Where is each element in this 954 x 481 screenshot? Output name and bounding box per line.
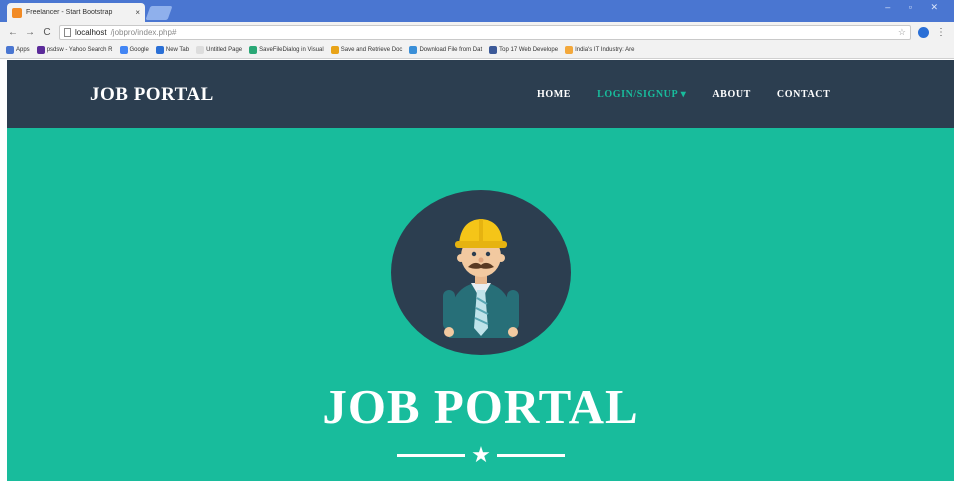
url-input[interactable]: localhost /jobpro/index.php# ☆ — [59, 24, 911, 40]
brand-logo[interactable]: JOB PORTAL — [90, 84, 214, 106]
star-icon: ★ — [471, 442, 491, 467]
bookmark-item[interactable]: Apps — [6, 46, 30, 54]
bookmark-label: New Tab — [165, 47, 190, 53]
bookmark-item[interactable]: New Tab — [155, 46, 190, 54]
bookmark-icon — [489, 46, 498, 54]
divider-line-right — [496, 453, 565, 457]
bookmark-label: Untitled Page — [206, 47, 243, 53]
new-tab-button[interactable] — [145, 6, 173, 20]
reload-icon[interactable]: C — [42, 27, 52, 38]
bookmark-icon — [565, 46, 574, 54]
extension-icon[interactable] — [918, 26, 929, 38]
bookmark-item[interactable]: SaveFileDialog in Visual — [249, 46, 324, 54]
browser-menu-icon[interactable]: ⋮ — [936, 27, 946, 38]
nav-link-about[interactable]: ABOUT — [712, 89, 751, 100]
address-bar-row: ← → C localhost /jobpro/index.php# ☆ ⋮ — [0, 22, 954, 42]
bookmark-icon — [119, 46, 128, 54]
bookmark-icon — [409, 46, 418, 54]
bookmark-item[interactable]: Save and Retrieve Doc — [330, 46, 403, 54]
bookmark-item[interactable]: Download File from Dat — [409, 46, 482, 54]
bookmark-icon — [36, 46, 45, 54]
forward-arrow-icon[interactable]: → — [25, 27, 35, 38]
tab-title: Freelancer - Start Bootstrap — [26, 9, 113, 16]
nav-link-login-signup[interactable]: LOGIN/SIGNUP ▾ — [597, 89, 686, 100]
page-icon — [64, 27, 71, 37]
bookmark-label: Top 17 Web Develope — [499, 47, 559, 53]
web-page: JOB PORTAL HOME LOGIN/SIGNUP ▾ ABOUT CONTAC… — [7, 60, 954, 481]
url-host: localhost — [75, 27, 107, 37]
bookmark-icon — [330, 46, 339, 54]
worker-avatar-illustration — [391, 190, 571, 355]
site-navbar: JOB PORTAL HOME LOGIN/SIGNUP ▾ ABOUT CONTAC… — [7, 60, 954, 128]
nav-link-contact[interactable]: CONTACT — [777, 89, 830, 100]
bookmark-icon — [6, 46, 14, 54]
bookmark-label: SaveFileDialog in Visual — [259, 47, 324, 53]
browser-tab-strip: Freelancer - Start Bootstrap × – ▫ ✕ — [0, 0, 954, 22]
url-path: /jobpro/index.php# — [110, 27, 177, 37]
bookmark-label: Apps — [16, 47, 30, 53]
bookmark-icon — [249, 46, 258, 54]
bookmark-label: Google — [129, 47, 149, 53]
window-controls[interactable]: – ▫ ✕ — [885, 2, 946, 13]
bookmark-item[interactable]: Google — [119, 46, 149, 54]
bookmark-item[interactable]: psdsw - Yahoo Search R — [36, 46, 113, 54]
worker-illustration-icon — [443, 219, 519, 338]
favicon-icon — [12, 7, 22, 18]
bookmark-label: India's IT Industry: Are — [575, 47, 635, 53]
bookmark-icon — [155, 46, 164, 54]
bookmark-label: psdsw - Yahoo Search R — [46, 47, 113, 53]
bookmark-item[interactable]: India's IT Industry: Are — [565, 46, 634, 54]
bookmark-icon — [196, 46, 205, 54]
bookmark-label: Save and Retrieve Doc — [340, 47, 403, 53]
star-divider: ★ — [395, 444, 567, 466]
hero-title: JOB PORTAL — [322, 379, 639, 434]
back-arrow-icon[interactable]: ← — [8, 27, 18, 38]
bookmark-item[interactable]: Untitled Page — [196, 46, 242, 54]
bookmark-item[interactable]: Top 17 Web Develope — [489, 46, 558, 54]
browser-tab[interactable]: Freelancer - Start Bootstrap × — [7, 3, 145, 22]
bookmark-label: Download File from Dat — [419, 47, 483, 53]
bookmark-star-icon[interactable]: ☆ — [898, 27, 906, 38]
divider-line-left — [397, 453, 466, 457]
bookmarks-bar: Apps psdsw - Yahoo Search R Google New Tab U… — [0, 42, 954, 59]
close-tab-icon[interactable]: × — [135, 8, 140, 17]
nav-link-home[interactable]: HOME — [537, 89, 571, 100]
nav-links: HOME LOGIN/SIGNUP ▾ ABOUT CONTACT — [537, 89, 856, 100]
